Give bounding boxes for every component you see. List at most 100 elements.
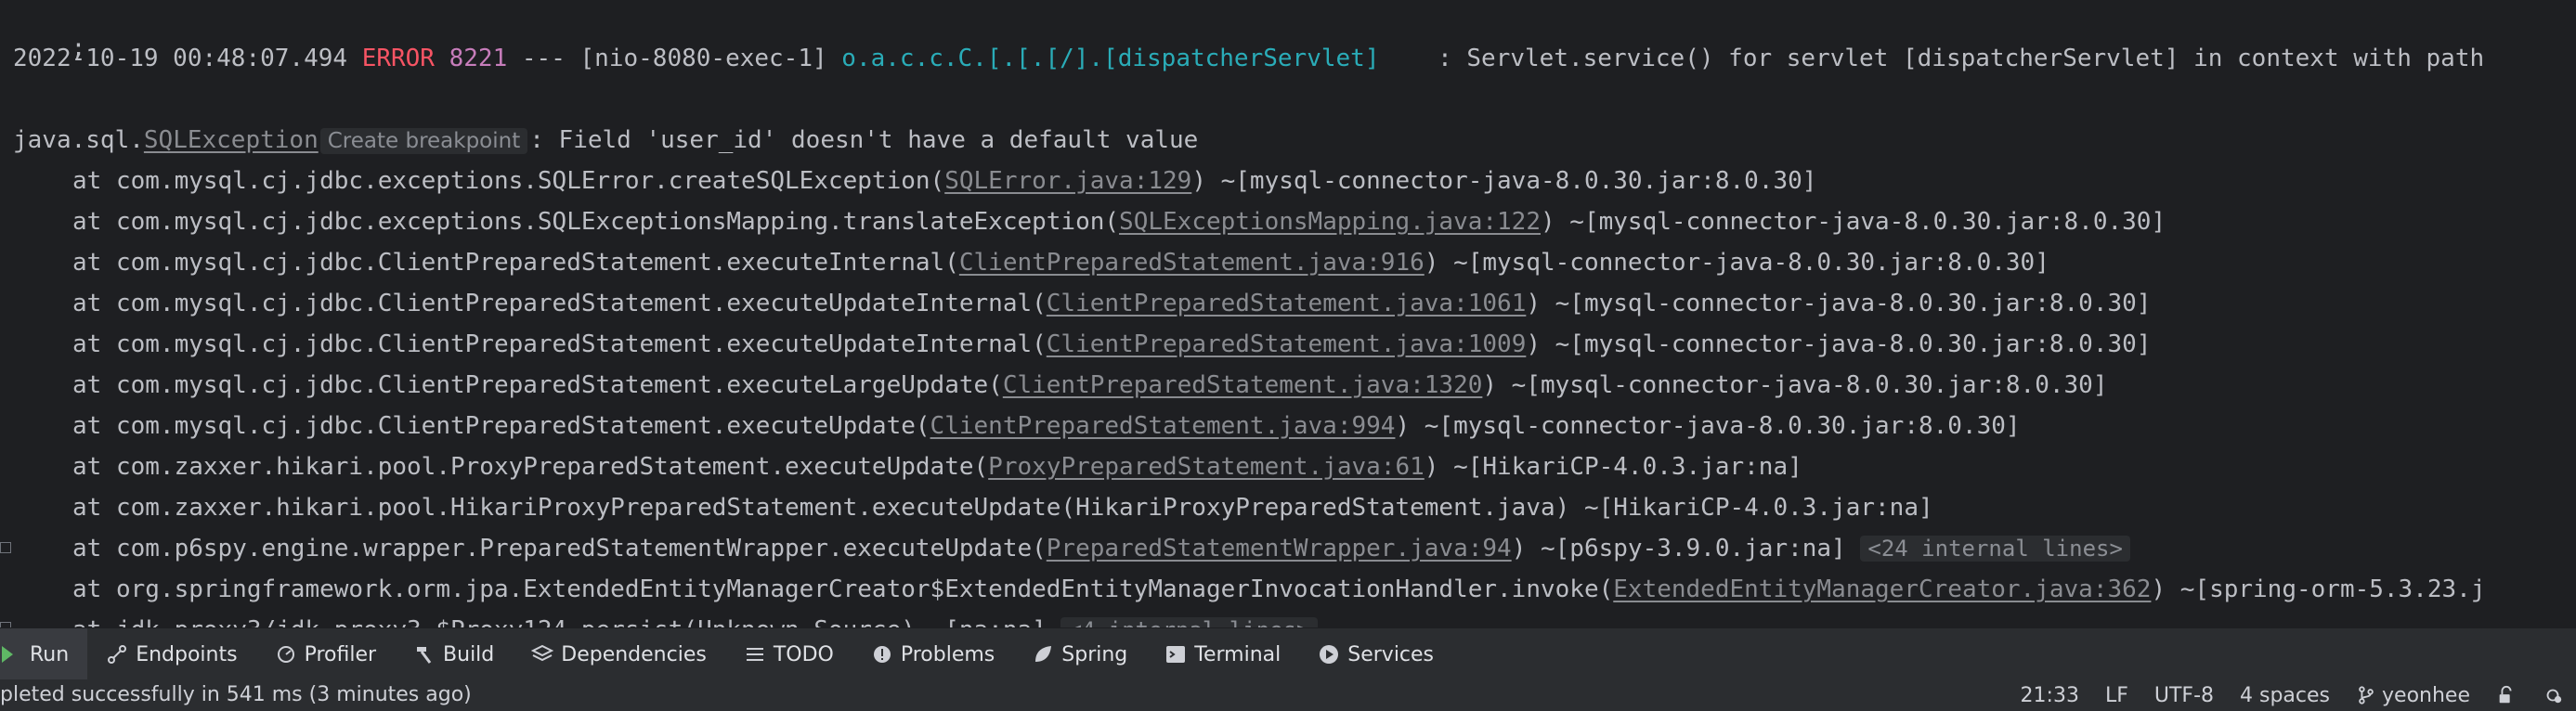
source-link[interactable]: ClientPreparedStatement.java:1009 xyxy=(1047,330,1527,358)
stack-frame: at com.mysql.cj.jdbc.ClientPreparedState… xyxy=(13,365,2107,406)
tool-window-bar: Run Endpoints Profiler Build Dependencie… xyxy=(0,627,2576,680)
indent-setting[interactable]: 4 spaces xyxy=(2240,684,2330,707)
run-icon xyxy=(2,646,13,663)
frame-method: at com.zaxxer.hikari.pool.ProxyPreparedS… xyxy=(72,453,989,481)
stack-frame: at jdk.proxy3/jdk.proxy3.$Proxy124.persi… xyxy=(13,610,1318,627)
frame-method: at com.mysql.cj.jdbc.ClientPreparedState… xyxy=(72,330,1047,358)
status-widgets: 21:33 LF UTF-8 4 spaces yeonhee xyxy=(2021,679,2563,711)
exception-package: java.sql. xyxy=(13,126,144,154)
log-pid: 8221 xyxy=(449,45,508,72)
source-link[interactable]: ClientPreparedStatement.java:1320 xyxy=(1003,371,1483,399)
stack-frame: at com.mysql.cj.jdbc.ClientPreparedState… xyxy=(13,283,2151,324)
tool-dependencies-label: Dependencies xyxy=(561,642,707,666)
tool-todo-label: TODO xyxy=(773,642,834,666)
frame-method: at com.mysql.cj.jdbc.exceptions.SQLExcep… xyxy=(72,208,1120,236)
tool-spring[interactable]: Spring xyxy=(1013,628,1146,680)
stack-frame: at com.mysql.cj.jdbc.ClientPreparedState… xyxy=(13,324,2151,365)
caret-position[interactable]: 21:33 xyxy=(2021,684,2079,707)
status-bar: pleted successfully in 541 ms (3 minutes… xyxy=(0,679,2576,711)
stack-frame: at com.mysql.cj.jdbc.ClientPreparedState… xyxy=(13,242,2049,283)
log-thread: [nio-8080-exec-1] xyxy=(579,45,827,72)
tool-dependencies[interactable]: Dependencies xyxy=(513,628,725,680)
frame-jar: ) ~[mysql-connector-java-8.0.30.jar:8.0.… xyxy=(1395,412,2021,440)
source-link[interactable]: SQLExceptionsMapping.java:122 xyxy=(1119,208,1541,236)
tool-problems[interactable]: Problems xyxy=(852,628,1013,680)
tool-spring-label: Spring xyxy=(1061,642,1128,666)
tool-todo[interactable]: TODO xyxy=(725,628,852,680)
tool-endpoints-label: Endpoints xyxy=(136,642,238,666)
frame-jar: ) ~[mysql-connector-java-8.0.30.jar:8.0.… xyxy=(1482,371,2108,399)
frame-jar: ) ~[p6spy-3.9.0.jar:na] xyxy=(1511,535,1861,562)
tool-terminal[interactable]: Terminal xyxy=(1146,628,1299,680)
stack-frame: at com.mysql.cj.jdbc.exceptions.SQLExcep… xyxy=(13,201,2166,242)
status-message[interactable]: pleted successfully in 541 ms (3 minutes… xyxy=(0,679,472,711)
branch-icon xyxy=(2359,686,2374,705)
exception-message: : Field 'user_id' doesn't have a default… xyxy=(529,126,1199,154)
source-link[interactable]: PreparedStatementWrapper.java:94 xyxy=(1047,535,1512,562)
frame-jar: ) ~[mysql-connector-java-8.0.30.jar:8.0.… xyxy=(1526,290,2152,317)
tool-build[interactable]: Build xyxy=(395,628,513,680)
lock-icon[interactable] xyxy=(2496,685,2517,705)
git-branch-widget[interactable]: yeonhee xyxy=(2356,684,2470,707)
frame-method: at com.mysql.cj.jdbc.ClientPreparedState… xyxy=(72,249,959,277)
services-icon xyxy=(1320,645,1339,664)
tool-problems-label: Problems xyxy=(900,642,995,666)
hammer-icon xyxy=(417,647,432,664)
frame-method: at com.zaxxer.hikari.pool.HikariProxyPre… xyxy=(72,494,1933,522)
log-separator: --- xyxy=(521,45,566,72)
frame-jar: ) ~[mysql-connector-java-8.0.30.jar:8.0.… xyxy=(1424,249,2049,277)
log-logger: o.a.c.c.C.[.[.[/].[dispatcherServlet] xyxy=(841,45,1380,72)
source-link[interactable]: ClientPreparedStatement.java:994 xyxy=(930,412,1396,440)
stack-frame: at com.p6spy.engine.wrapper.PreparedStat… xyxy=(13,528,2130,569)
tool-run-label: Run xyxy=(30,642,70,666)
notifications-icon[interactable] xyxy=(2543,685,2563,705)
tool-profiler-label: Profiler xyxy=(304,642,377,666)
tool-profiler[interactable]: Profiler xyxy=(256,628,395,680)
stack-frame: at com.mysql.cj.jdbc.exceptions.SQLError… xyxy=(13,161,1816,201)
tool-services-label: Services xyxy=(1347,642,1435,666)
internal-lines-fold[interactable]: <4 internal lines> xyxy=(1060,617,1318,627)
list-icon xyxy=(746,648,763,661)
spring-leaf-icon xyxy=(1035,646,1052,662)
tool-endpoints[interactable]: Endpoints xyxy=(87,628,255,680)
console-line: ; xyxy=(13,0,86,62)
tool-terminal-label: Terminal xyxy=(1194,642,1281,666)
frame-jar: ) ~[mysql-connector-java-8.0.30.jar:8.0.… xyxy=(1526,330,2152,358)
profiler-icon xyxy=(277,646,294,663)
line-separator[interactable]: LF xyxy=(2105,684,2128,707)
tool-run[interactable]: Run xyxy=(0,628,88,680)
frame-method: at com.mysql.cj.jdbc.ClientPreparedState… xyxy=(72,290,1047,317)
source-link[interactable]: ExtendedEntityManagerCreator.java:362 xyxy=(1613,575,2151,603)
tool-services[interactable]: Services xyxy=(1299,628,1452,680)
info-icon xyxy=(873,646,891,663)
stack-frame: at com.mysql.cj.jdbc.ClientPreparedState… xyxy=(13,406,2021,446)
stack-frame: at org.springframework.orm.jpa.ExtendedE… xyxy=(13,569,2485,610)
console-log-line: 2022-10-19 00:48:07.494 ERROR 8221 --- [… xyxy=(13,38,2484,79)
file-encoding[interactable]: UTF-8 xyxy=(2154,684,2214,707)
frame-jar: ) ~[HikariCP-4.0.3.jar:na] xyxy=(1424,453,1802,481)
run-console[interactable]: ; 2022-10-19 00:48:07.494 ERROR 8221 ---… xyxy=(0,0,2576,627)
exception-line: java.sql.SQLException Create breakpoint: … xyxy=(13,120,1198,161)
frame-jar: ) ~[mysql-connector-java-8.0.30.jar:8.0.… xyxy=(1541,208,2166,236)
frame-jar: ) ~[spring-orm-5.3.23.j xyxy=(2151,575,2486,603)
log-message: : Servlet.service() for servlet [dispatc… xyxy=(1379,45,2485,72)
git-branch-name: yeonhee xyxy=(2382,683,2470,707)
create-breakpoint-hint[interactable]: Create breakpoint xyxy=(319,128,528,154)
endpoints-icon xyxy=(108,645,127,664)
source-link[interactable]: ProxyPreparedStatement.java:61 xyxy=(988,453,1425,481)
log-timestamp: 2022-10-19 00:48:07.494 xyxy=(13,45,348,72)
internal-lines-fold[interactable]: <24 internal lines> xyxy=(1860,536,2130,562)
frame-jar: ) ~[mysql-connector-java-8.0.30.jar:8.0.… xyxy=(1191,167,1817,195)
source-link[interactable]: SQLError.java:129 xyxy=(944,167,1191,195)
fold-gutter-icon[interactable] xyxy=(0,542,11,553)
stack-frame: at com.zaxxer.hikari.pool.HikariProxyPre… xyxy=(13,487,1933,528)
source-link[interactable]: ClientPreparedStatement.java:916 xyxy=(959,249,1425,277)
source-link[interactable]: ClientPreparedStatement.java:1061 xyxy=(1047,290,1527,317)
frame-method: at com.p6spy.engine.wrapper.PreparedStat… xyxy=(72,535,1047,562)
frame-method: at org.springframework.orm.jpa.ExtendedE… xyxy=(72,575,1614,603)
frame-method: at com.mysql.cj.jdbc.exceptions.SQLError… xyxy=(72,167,945,195)
frame-method: at com.mysql.cj.jdbc.ClientPreparedState… xyxy=(72,412,930,440)
frame-method: at com.mysql.cj.jdbc.ClientPreparedState… xyxy=(72,371,1003,399)
exception-class-link[interactable]: SQLException xyxy=(144,126,319,154)
